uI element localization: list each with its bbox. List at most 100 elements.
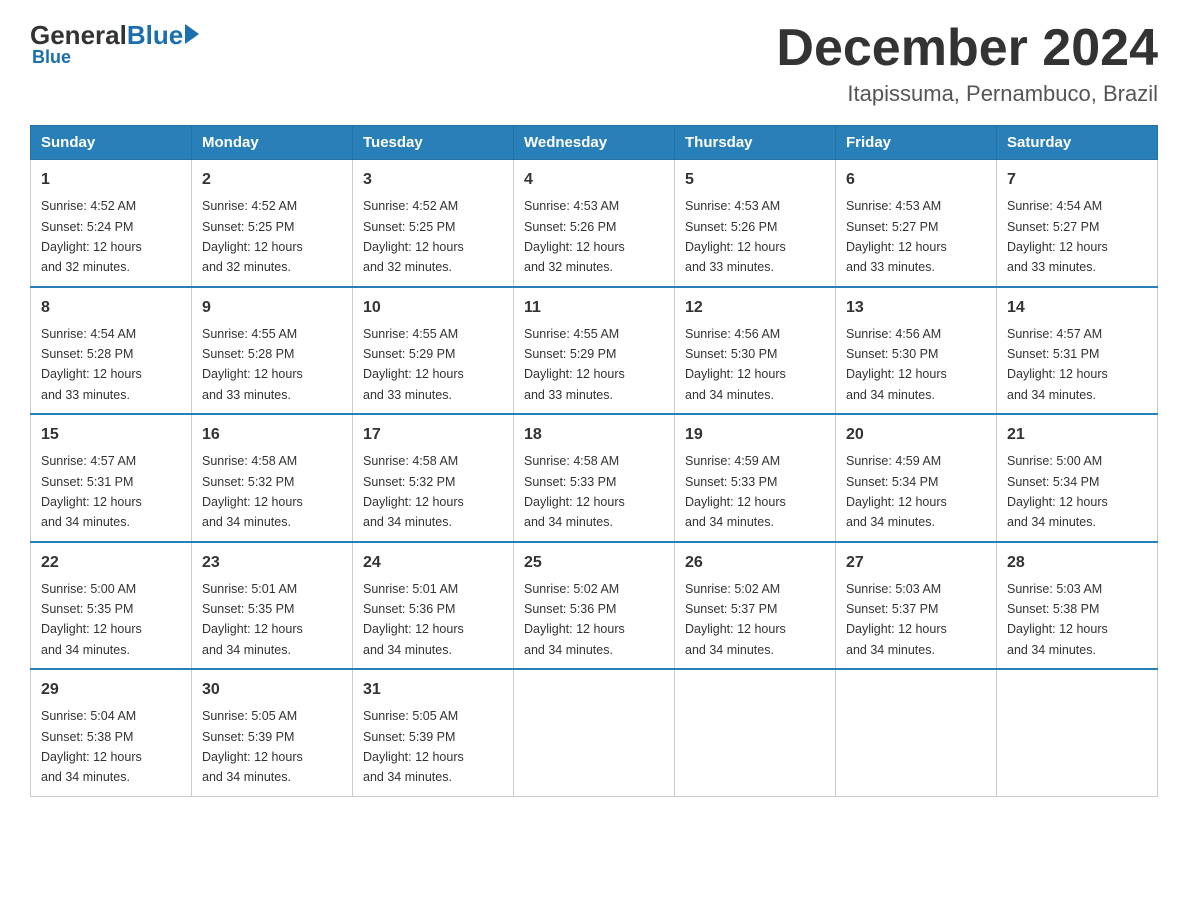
day-number: 30 bbox=[202, 678, 342, 702]
logo-blue-part: Blue bbox=[127, 20, 199, 51]
day-info: Sunrise: 4:57 AMSunset: 5:31 PMDaylight:… bbox=[41, 454, 142, 529]
day-info: Sunrise: 4:55 AMSunset: 5:29 PMDaylight:… bbox=[524, 327, 625, 402]
day-info: Sunrise: 4:59 AMSunset: 5:34 PMDaylight:… bbox=[846, 454, 947, 529]
day-number: 6 bbox=[846, 168, 986, 192]
day-info: Sunrise: 4:56 AMSunset: 5:30 PMDaylight:… bbox=[685, 327, 786, 402]
day-info: Sunrise: 4:53 AMSunset: 5:27 PMDaylight:… bbox=[846, 199, 947, 274]
calendar-cell: 6 Sunrise: 4:53 AMSunset: 5:27 PMDayligh… bbox=[836, 160, 997, 287]
day-number: 26 bbox=[685, 551, 825, 575]
calendar-cell: 18 Sunrise: 4:58 AMSunset: 5:33 PMDaylig… bbox=[514, 414, 675, 542]
day-info: Sunrise: 5:02 AMSunset: 5:37 PMDaylight:… bbox=[685, 582, 786, 657]
day-info: Sunrise: 4:55 AMSunset: 5:28 PMDaylight:… bbox=[202, 327, 303, 402]
header-wednesday: Wednesday bbox=[514, 126, 675, 160]
calendar-cell: 29 Sunrise: 5:04 AMSunset: 5:38 PMDaylig… bbox=[31, 669, 192, 796]
calendar-cell: 2 Sunrise: 4:52 AMSunset: 5:25 PMDayligh… bbox=[192, 160, 353, 287]
day-info: Sunrise: 4:54 AMSunset: 5:27 PMDaylight:… bbox=[1007, 199, 1108, 274]
day-number: 19 bbox=[685, 423, 825, 447]
week-row-5: 29 Sunrise: 5:04 AMSunset: 5:38 PMDaylig… bbox=[31, 669, 1158, 796]
calendar-cell bbox=[675, 669, 836, 796]
day-info: Sunrise: 4:56 AMSunset: 5:30 PMDaylight:… bbox=[846, 327, 947, 402]
day-info: Sunrise: 5:01 AMSunset: 5:35 PMDaylight:… bbox=[202, 582, 303, 657]
calendar-cell: 13 Sunrise: 4:56 AMSunset: 5:30 PMDaylig… bbox=[836, 287, 997, 415]
week-row-4: 22 Sunrise: 5:00 AMSunset: 5:35 PMDaylig… bbox=[31, 542, 1158, 670]
day-info: Sunrise: 4:53 AMSunset: 5:26 PMDaylight:… bbox=[685, 199, 786, 274]
calendar-cell: 10 Sunrise: 4:55 AMSunset: 5:29 PMDaylig… bbox=[353, 287, 514, 415]
day-number: 12 bbox=[685, 296, 825, 320]
day-number: 2 bbox=[202, 168, 342, 192]
calendar-cell: 16 Sunrise: 4:58 AMSunset: 5:32 PMDaylig… bbox=[192, 414, 353, 542]
logo-underline-text: Blue bbox=[32, 47, 71, 68]
day-number: 3 bbox=[363, 168, 503, 192]
day-number: 15 bbox=[41, 423, 181, 447]
calendar-cell: 4 Sunrise: 4:53 AMSunset: 5:26 PMDayligh… bbox=[514, 160, 675, 287]
day-info: Sunrise: 5:04 AMSunset: 5:38 PMDaylight:… bbox=[41, 709, 142, 784]
day-info: Sunrise: 4:59 AMSunset: 5:33 PMDaylight:… bbox=[685, 454, 786, 529]
header-friday: Friday bbox=[836, 126, 997, 160]
day-number: 24 bbox=[363, 551, 503, 575]
calendar-cell: 22 Sunrise: 5:00 AMSunset: 5:35 PMDaylig… bbox=[31, 542, 192, 670]
day-info: Sunrise: 4:57 AMSunset: 5:31 PMDaylight:… bbox=[1007, 327, 1108, 402]
calendar-cell: 19 Sunrise: 4:59 AMSunset: 5:33 PMDaylig… bbox=[675, 414, 836, 542]
calendar-table: SundayMondayTuesdayWednesdayThursdayFrid… bbox=[30, 125, 1158, 797]
day-number: 4 bbox=[524, 168, 664, 192]
day-number: 8 bbox=[41, 296, 181, 320]
month-title: December 2024 bbox=[776, 20, 1158, 77]
day-info: Sunrise: 5:01 AMSunset: 5:36 PMDaylight:… bbox=[363, 582, 464, 657]
calendar-cell: 21 Sunrise: 5:00 AMSunset: 5:34 PMDaylig… bbox=[997, 414, 1158, 542]
calendar-cell: 27 Sunrise: 5:03 AMSunset: 5:37 PMDaylig… bbox=[836, 542, 997, 670]
day-info: Sunrise: 5:00 AMSunset: 5:35 PMDaylight:… bbox=[41, 582, 142, 657]
day-number: 1 bbox=[41, 168, 181, 192]
day-number: 28 bbox=[1007, 551, 1147, 575]
week-row-1: 1 Sunrise: 4:52 AMSunset: 5:24 PMDayligh… bbox=[31, 160, 1158, 287]
calendar-cell: 17 Sunrise: 4:58 AMSunset: 5:32 PMDaylig… bbox=[353, 414, 514, 542]
calendar-cell: 15 Sunrise: 4:57 AMSunset: 5:31 PMDaylig… bbox=[31, 414, 192, 542]
calendar-cell: 8 Sunrise: 4:54 AMSunset: 5:28 PMDayligh… bbox=[31, 287, 192, 415]
day-info: Sunrise: 4:53 AMSunset: 5:26 PMDaylight:… bbox=[524, 199, 625, 274]
calendar-cell: 9 Sunrise: 4:55 AMSunset: 5:28 PMDayligh… bbox=[192, 287, 353, 415]
calendar-cell: 7 Sunrise: 4:54 AMSunset: 5:27 PMDayligh… bbox=[997, 160, 1158, 287]
header-monday: Monday bbox=[192, 126, 353, 160]
calendar-cell: 23 Sunrise: 5:01 AMSunset: 5:35 PMDaylig… bbox=[192, 542, 353, 670]
calendar-cell: 26 Sunrise: 5:02 AMSunset: 5:37 PMDaylig… bbox=[675, 542, 836, 670]
calendar-cell: 28 Sunrise: 5:03 AMSunset: 5:38 PMDaylig… bbox=[997, 542, 1158, 670]
days-header-row: SundayMondayTuesdayWednesdayThursdayFrid… bbox=[31, 126, 1158, 160]
calendar-cell: 14 Sunrise: 4:57 AMSunset: 5:31 PMDaylig… bbox=[997, 287, 1158, 415]
location-title: Itapissuma, Pernambuco, Brazil bbox=[776, 81, 1158, 107]
day-number: 9 bbox=[202, 296, 342, 320]
day-number: 14 bbox=[1007, 296, 1147, 320]
calendar-cell: 3 Sunrise: 4:52 AMSunset: 5:25 PMDayligh… bbox=[353, 160, 514, 287]
calendar-cell: 11 Sunrise: 4:55 AMSunset: 5:29 PMDaylig… bbox=[514, 287, 675, 415]
header-saturday: Saturday bbox=[997, 126, 1158, 160]
day-info: Sunrise: 4:58 AMSunset: 5:33 PMDaylight:… bbox=[524, 454, 625, 529]
day-number: 20 bbox=[846, 423, 986, 447]
day-info: Sunrise: 4:52 AMSunset: 5:25 PMDaylight:… bbox=[363, 199, 464, 274]
day-number: 5 bbox=[685, 168, 825, 192]
day-info: Sunrise: 4:58 AMSunset: 5:32 PMDaylight:… bbox=[202, 454, 303, 529]
day-number: 16 bbox=[202, 423, 342, 447]
day-number: 21 bbox=[1007, 423, 1147, 447]
title-area: December 2024 Itapissuma, Pernambuco, Br… bbox=[776, 20, 1158, 107]
day-info: Sunrise: 5:02 AMSunset: 5:36 PMDaylight:… bbox=[524, 582, 625, 657]
day-info: Sunrise: 4:58 AMSunset: 5:32 PMDaylight:… bbox=[363, 454, 464, 529]
day-info: Sunrise: 4:52 AMSunset: 5:25 PMDaylight:… bbox=[202, 199, 303, 274]
day-number: 31 bbox=[363, 678, 503, 702]
calendar-cell: 25 Sunrise: 5:02 AMSunset: 5:36 PMDaylig… bbox=[514, 542, 675, 670]
calendar-cell: 31 Sunrise: 5:05 AMSunset: 5:39 PMDaylig… bbox=[353, 669, 514, 796]
day-number: 27 bbox=[846, 551, 986, 575]
day-info: Sunrise: 4:55 AMSunset: 5:29 PMDaylight:… bbox=[363, 327, 464, 402]
calendar-cell: 12 Sunrise: 4:56 AMSunset: 5:30 PMDaylig… bbox=[675, 287, 836, 415]
day-number: 25 bbox=[524, 551, 664, 575]
day-info: Sunrise: 5:03 AMSunset: 5:38 PMDaylight:… bbox=[1007, 582, 1108, 657]
day-number: 29 bbox=[41, 678, 181, 702]
week-row-2: 8 Sunrise: 4:54 AMSunset: 5:28 PMDayligh… bbox=[31, 287, 1158, 415]
day-info: Sunrise: 5:00 AMSunset: 5:34 PMDaylight:… bbox=[1007, 454, 1108, 529]
calendar-cell: 1 Sunrise: 4:52 AMSunset: 5:24 PMDayligh… bbox=[31, 160, 192, 287]
header-tuesday: Tuesday bbox=[353, 126, 514, 160]
logo-triangle-icon bbox=[185, 24, 199, 44]
day-number: 13 bbox=[846, 296, 986, 320]
day-number: 10 bbox=[363, 296, 503, 320]
calendar-cell bbox=[997, 669, 1158, 796]
day-info: Sunrise: 4:52 AMSunset: 5:24 PMDaylight:… bbox=[41, 199, 142, 274]
calendar-cell: 24 Sunrise: 5:01 AMSunset: 5:36 PMDaylig… bbox=[353, 542, 514, 670]
day-info: Sunrise: 5:03 AMSunset: 5:37 PMDaylight:… bbox=[846, 582, 947, 657]
